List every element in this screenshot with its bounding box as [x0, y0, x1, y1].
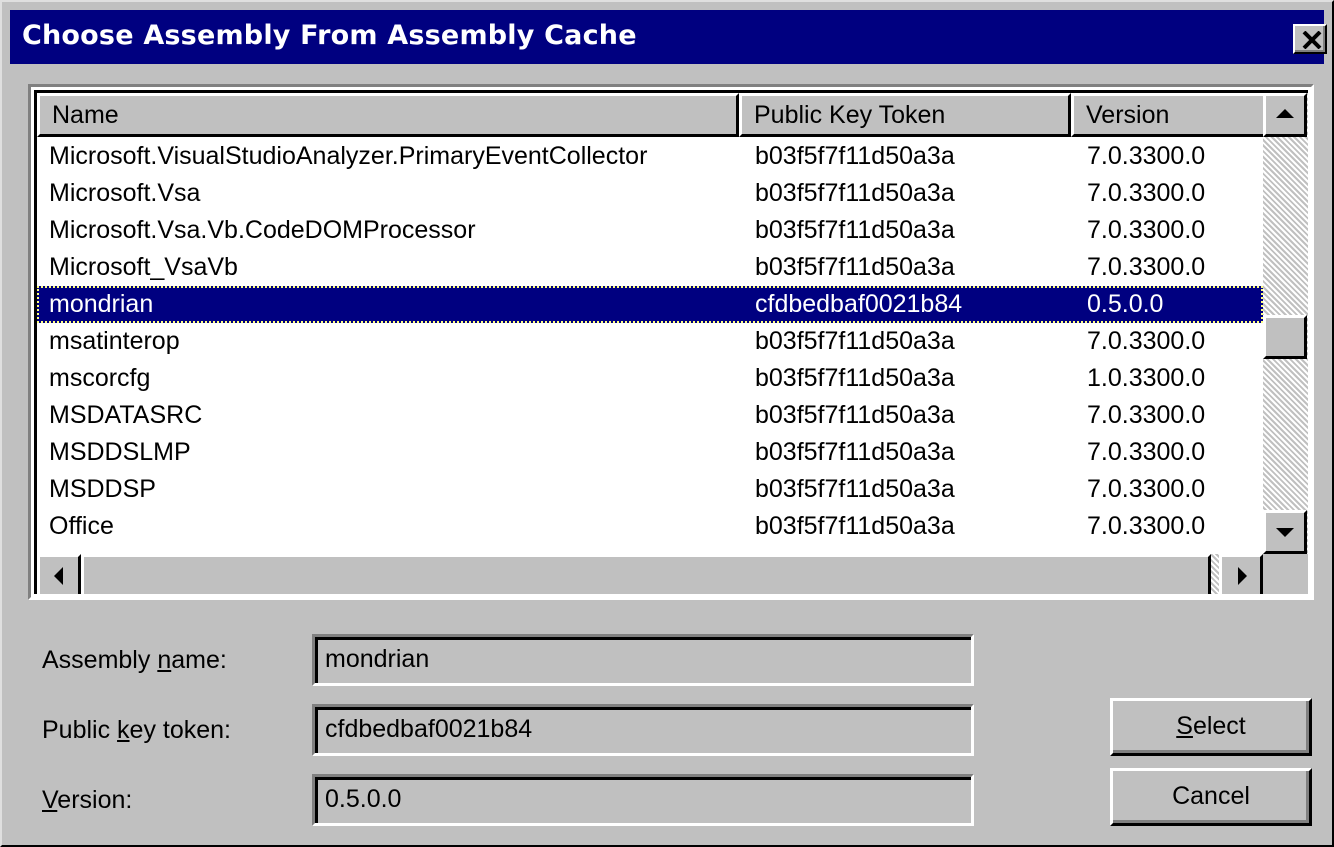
list-item-token: b03f5f7f11d50a3a	[755, 216, 955, 244]
column-header-name[interactable]: Name	[37, 93, 739, 137]
list-item-version: 7.0.3300.0	[1087, 512, 1206, 540]
list-item-version: 7.0.3300.0	[1087, 438, 1206, 466]
scroll-up-arrow-icon	[1276, 109, 1294, 118]
scroll-down-button[interactable]	[1263, 510, 1307, 554]
scroll-left-arrow-icon	[54, 567, 63, 585]
list-item-token: b03f5f7f11d50a3a	[755, 179, 955, 207]
list-item-name: Microsoft.Vsa	[49, 179, 201, 207]
column-header-public-key-token[interactable]: Public Key Token	[739, 93, 1071, 137]
list-item-name: Microsoft.VisualStudioAnalyzer.PrimaryEv…	[49, 142, 648, 170]
list-item-token: b03f5f7f11d50a3a	[755, 512, 955, 540]
assembly-dialog: Choose Assembly From Assembly Cache Name…	[0, 0, 1334, 847]
list-item-token: b03f5f7f11d50a3a	[755, 438, 955, 466]
vertical-scroll-thumb[interactable]	[1263, 315, 1307, 359]
mnemonic-letter: n	[157, 646, 172, 674]
title-bar[interactable]: Choose Assembly From Assembly Cache	[10, 10, 1327, 64]
version-field[interactable]: 0.5.0.0	[312, 774, 974, 826]
list-item-version: 7.0.3300.0	[1087, 253, 1206, 281]
list-item-name: MSDDSP	[49, 475, 156, 503]
list-item[interactable]: MSDATASRC b03f5f7f11d50a3a 7.0.3300.0	[37, 397, 1263, 434]
public-key-token-field[interactable]: cfdbedbaf0021b84	[312, 704, 974, 756]
list-item[interactable]: Microsoft_VsaVb b03f5f7f11d50a3a 7.0.3300.…	[37, 249, 1263, 286]
window-title: Choose Assembly From Assembly Cache	[22, 20, 637, 51]
column-header-version[interactable]: Version	[1071, 93, 1267, 137]
list-item-token: b03f5f7f11d50a3a	[755, 364, 955, 392]
list-item-version: 7.0.3300.0	[1087, 401, 1206, 429]
list-item[interactable]: mondrian cfdbedbaf0021b84 0.5.0.0	[37, 286, 1263, 323]
public-key-token-label: Public key token:	[42, 716, 231, 744]
list-item-version: 1.0.3300.0	[1087, 364, 1206, 392]
list-item-version: 7.0.3300.0	[1087, 216, 1206, 244]
cancel-button[interactable]: Cancel	[1110, 768, 1312, 826]
list-item-version: 7.0.3300.0	[1087, 179, 1206, 207]
select-button[interactable]: Select	[1110, 698, 1312, 756]
assembly-name-field[interactable]: mondrian	[312, 634, 974, 686]
horizontal-scroll-thumb[interactable]	[81, 554, 1211, 594]
list-header: Name Public Key Token Version	[37, 93, 1267, 137]
mnemonic-letter: V	[42, 786, 58, 814]
list-item[interactable]: Microsoft.Vsa.Vb.CodeDOMProcessor b03f5f7…	[37, 212, 1263, 249]
list-item-version: 7.0.3300.0	[1087, 327, 1206, 355]
list-item-token: b03f5f7f11d50a3a	[755, 253, 955, 281]
scroll-left-button[interactable]	[37, 554, 81, 594]
scroll-right-button[interactable]	[1219, 554, 1263, 594]
list-item-token: b03f5f7f11d50a3a	[755, 142, 955, 170]
list-item-version: 0.5.0.0	[1087, 290, 1164, 318]
version-label: Version:	[42, 786, 133, 814]
assembly-list[interactable]: Name Public Key Token Version Microsoft.…	[28, 84, 1314, 600]
list-item[interactable]: Microsoft.VisualStudioAnalyzer.PrimaryEv…	[37, 138, 1263, 175]
list-item[interactable]: mscorcfg b03f5f7f11d50a3a 1.0.3300.0	[37, 360, 1263, 397]
list-item-version: 7.0.3300.0	[1087, 142, 1206, 170]
list-item[interactable]: MSDDSLMP b03f5f7f11d50a3a 7.0.3300.0	[37, 434, 1263, 471]
vertical-scrollbar[interactable]	[1263, 93, 1308, 554]
list-item-name: Microsoft_VsaVb	[49, 253, 238, 281]
list-item[interactable]: Microsoft.Vsa b03f5f7f11d50a3a 7.0.3300.0	[37, 175, 1263, 212]
assembly-list-content: Name Public Key Token Version Microsoft.…	[34, 90, 1308, 594]
list-item[interactable]: MSDDSP b03f5f7f11d50a3a 7.0.3300.0	[37, 471, 1263, 508]
close-button[interactable]	[1293, 24, 1327, 54]
list-item-token: b03f5f7f11d50a3a	[755, 475, 955, 503]
list-item[interactable]: msatinterop b03f5f7f11d50a3a 7.0.3300.0	[37, 323, 1263, 360]
mnemonic-letter: S	[1176, 712, 1193, 740]
list-item-name: Office	[49, 512, 114, 540]
list-item-name: mscorcfg	[49, 364, 151, 392]
list-item-version: 7.0.3300.0	[1087, 475, 1206, 503]
horizontal-scrollbar[interactable]	[37, 554, 1263, 594]
scroll-up-button[interactable]	[1263, 93, 1307, 137]
close-icon	[1302, 31, 1322, 49]
list-item-token: b03f5f7f11d50a3a	[755, 327, 955, 355]
list-item-name: msatinterop	[49, 327, 180, 355]
list-item-token: b03f5f7f11d50a3a	[755, 401, 955, 429]
column-header-label: Public Key Token	[754, 101, 946, 129]
scroll-down-arrow-icon	[1276, 528, 1294, 537]
column-header-label: Name	[52, 101, 119, 129]
assembly-name-label: Assembly name:	[42, 646, 227, 674]
list-item-name: MSDATASRC	[49, 401, 203, 429]
list-item[interactable]: Office b03f5f7f11d50a3a 7.0.3300.0	[37, 508, 1263, 545]
list-item-name: MSDDSLMP	[49, 438, 191, 466]
list-item-name: Microsoft.Vsa.Vb.CodeDOMProcessor	[49, 216, 476, 244]
list-item-token: cfdbedbaf0021b84	[755, 290, 963, 318]
list-item-name: mondrian	[49, 290, 154, 318]
scrollbar-corner	[1263, 554, 1308, 594]
scroll-right-arrow-icon	[1238, 567, 1247, 585]
column-header-label: Version	[1086, 101, 1170, 129]
mnemonic-letter: k	[117, 716, 130, 744]
